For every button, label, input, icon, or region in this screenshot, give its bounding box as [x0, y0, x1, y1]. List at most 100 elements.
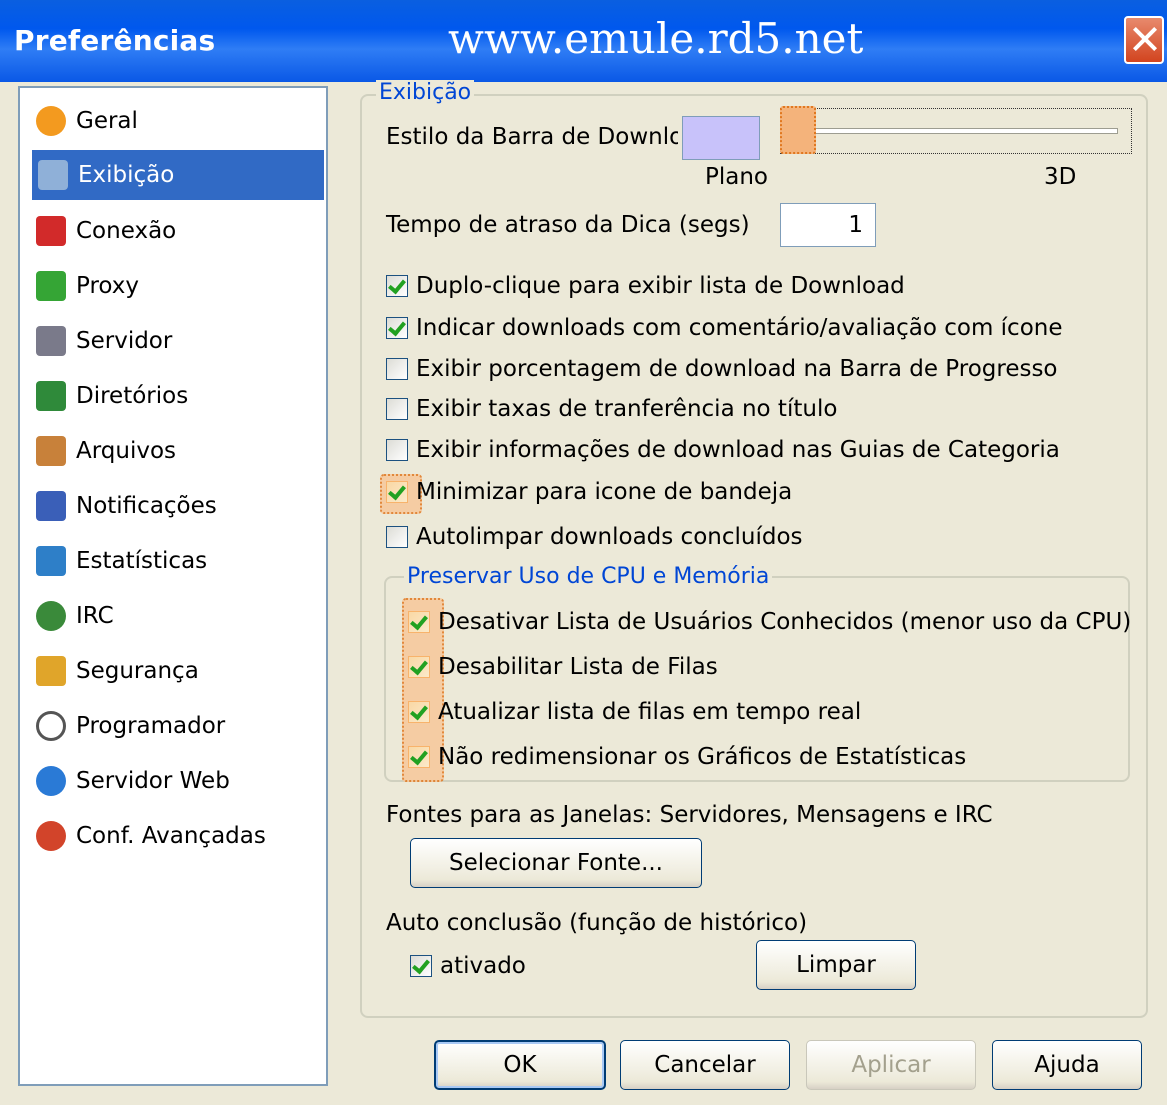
checkbox[interactable]: [386, 481, 408, 503]
slider-thumb[interactable]: [780, 106, 816, 154]
nav-item-geral[interactable]: Geral: [30, 96, 322, 146]
autocomplete-enabled[interactable]: ativado: [410, 953, 526, 979]
notification-icon: [36, 491, 66, 521]
clock-icon: [36, 711, 66, 741]
url-banner: www.emule.rd5.net: [448, 14, 864, 63]
window-title: Preferências: [14, 24, 216, 57]
clear-history-button[interactable]: Limpar: [756, 940, 916, 990]
nav-item-label: Conf. Avançadas: [76, 823, 266, 849]
nav-item-estatisticas[interactable]: Estatísticas: [30, 536, 322, 586]
option-label: ativado: [440, 953, 526, 979]
nav-item-label: Servidor Web: [76, 768, 230, 794]
lock-icon: [36, 656, 66, 686]
server-icon: [36, 326, 66, 356]
statistics-icon: [36, 546, 66, 576]
checkbox[interactable]: [386, 358, 408, 380]
irc-icon: [36, 601, 66, 631]
gear-icon: [36, 106, 66, 136]
option-label: Exibir porcentagem de download na Barra …: [416, 356, 1058, 382]
cpu-group-title: Preservar Uso de CPU e Memória: [404, 564, 773, 589]
option-disable-queue-list[interactable]: Desabilitar Lista de Filas: [408, 654, 718, 680]
nav-item-label: Proxy: [76, 273, 140, 299]
option-double-click[interactable]: Duplo-clique para exibir lista de Downlo…: [386, 273, 905, 299]
autocomplete-label: Auto conclusão (função de histórico): [386, 910, 808, 936]
nav-item-arquivos[interactable]: Arquivos: [30, 426, 322, 476]
option-disable-known-users[interactable]: Desativar Lista de Usuários Conhecidos (…: [408, 609, 1131, 635]
bar-color-swatch[interactable]: [682, 116, 760, 160]
option-label: Desabilitar Lista de Filas: [438, 654, 718, 680]
nav-item-conexao[interactable]: Conexão: [30, 206, 322, 256]
nav-item-label: Notificações: [76, 493, 217, 519]
slider-max-label: 3D: [1044, 164, 1077, 190]
option-label: Indicar downloads com comentário/avaliaç…: [416, 315, 1063, 341]
nav-item-label: Diretórios: [76, 383, 189, 409]
close-button[interactable]: [1124, 16, 1164, 64]
option-label: Autolimpar downloads concluídos: [416, 524, 803, 550]
display-icon: [38, 160, 68, 190]
select-font-button[interactable]: Selecionar Fonte...: [410, 838, 702, 888]
checkbox[interactable]: [386, 317, 408, 339]
checkbox[interactable]: [408, 611, 430, 633]
files-icon: [36, 436, 66, 466]
nav-item-label: Geral: [76, 108, 138, 134]
checkbox[interactable]: [386, 275, 408, 297]
apply-button[interactable]: Aplicar: [806, 1040, 976, 1090]
checkbox[interactable]: [410, 955, 432, 977]
nav-item-programador[interactable]: Programador: [30, 701, 322, 751]
nav-item-exibicao[interactable]: Exibição: [32, 150, 324, 200]
download-bar-style-label: Estilo da Barra de Downloa: [386, 124, 678, 150]
folder-icon: [36, 381, 66, 411]
checkbox[interactable]: [386, 526, 408, 548]
nav-item-diretorios[interactable]: Diretórios: [30, 371, 322, 421]
option-label: Exibir informações de download nas Guias…: [416, 437, 1060, 463]
option-label: Exibir taxas de tranferência no título: [416, 396, 838, 422]
option-no-resize-graphs[interactable]: Não redimensionar os Gráficos de Estatís…: [408, 744, 966, 770]
nav-item-irc[interactable]: IRC: [30, 591, 322, 641]
checkbox[interactable]: [408, 701, 430, 723]
nav-item-label: Servidor: [76, 328, 173, 354]
cancel-button[interactable]: Cancelar: [620, 1040, 790, 1090]
tooltip-delay-input[interactable]: 1: [780, 203, 876, 247]
checkbox[interactable]: [408, 656, 430, 678]
nav-item-label: Conexão: [76, 218, 177, 244]
option-rate-in-title[interactable]: Exibir taxas de tranferência no título: [386, 396, 837, 422]
nav-item-label: Estatísticas: [76, 548, 208, 574]
option-minimize-to-tray[interactable]: Minimizar para icone de bandeja: [386, 479, 792, 505]
option-progress-percentage[interactable]: Exibir porcentagem de download na Barra …: [386, 356, 1058, 382]
checkbox[interactable]: [386, 398, 408, 420]
nav-item-servidor-web[interactable]: Servidor Web: [30, 756, 322, 806]
nav-item-label: Arquivos: [76, 438, 177, 464]
option-auto-clear[interactable]: Autolimpar downloads concluídos: [386, 524, 803, 550]
option-category-tabs-info[interactable]: Exibir informações de download nas Guias…: [386, 437, 1060, 463]
option-label: Duplo-clique para exibir lista de Downlo…: [416, 273, 905, 299]
globe-icon: [36, 766, 66, 796]
checkbox[interactable]: [408, 746, 430, 768]
tooltip-delay-label: Tempo de atraso da Dica (segs): [386, 212, 750, 238]
slider-min-label: Plano: [705, 164, 769, 190]
display-group-title: Exibição: [376, 80, 475, 105]
nav-item-label: Segurança: [76, 658, 199, 684]
option-label: Atualizar lista de filas em tempo real: [438, 699, 862, 725]
help-button[interactable]: Ajuda: [992, 1040, 1142, 1090]
title-bar: Preferências www.emule.rd5.net: [0, 0, 1167, 82]
fonts-label: Fontes para as Janelas: Servidores, Mens…: [386, 802, 993, 828]
nav-item-conf-avancadas[interactable]: Conf. Avançadas: [30, 811, 322, 861]
ok-button[interactable]: OK: [434, 1040, 606, 1090]
nav-item-label: IRC: [76, 603, 114, 629]
nav-item-label: Exibição: [78, 162, 175, 188]
nav-item-servidor[interactable]: Servidor: [30, 316, 322, 366]
nav-item-proxy[interactable]: Proxy: [30, 261, 322, 311]
preferences-nav: Geral Exibição Conexão Proxy Servidor Di…: [18, 86, 328, 1086]
checkbox[interactable]: [386, 439, 408, 461]
nav-item-notificacoes[interactable]: Notificações: [30, 481, 322, 531]
advanced-icon: [36, 821, 66, 851]
option-label: Não redimensionar os Gráficos de Estatís…: [438, 744, 967, 770]
option-realtime-queue[interactable]: Atualizar lista de filas em tempo real: [408, 699, 861, 725]
option-label: Desativar Lista de Usuários Conhecidos (…: [438, 609, 1132, 635]
slider-track: [800, 128, 1118, 134]
plug-icon: [36, 216, 66, 246]
option-label: Minimizar para icone de bandeja: [416, 479, 793, 505]
nav-item-seguranca[interactable]: Segurança: [30, 646, 322, 696]
nav-item-label: Programador: [76, 713, 226, 739]
option-comment-icon[interactable]: Indicar downloads com comentário/avaliaç…: [386, 315, 1063, 341]
